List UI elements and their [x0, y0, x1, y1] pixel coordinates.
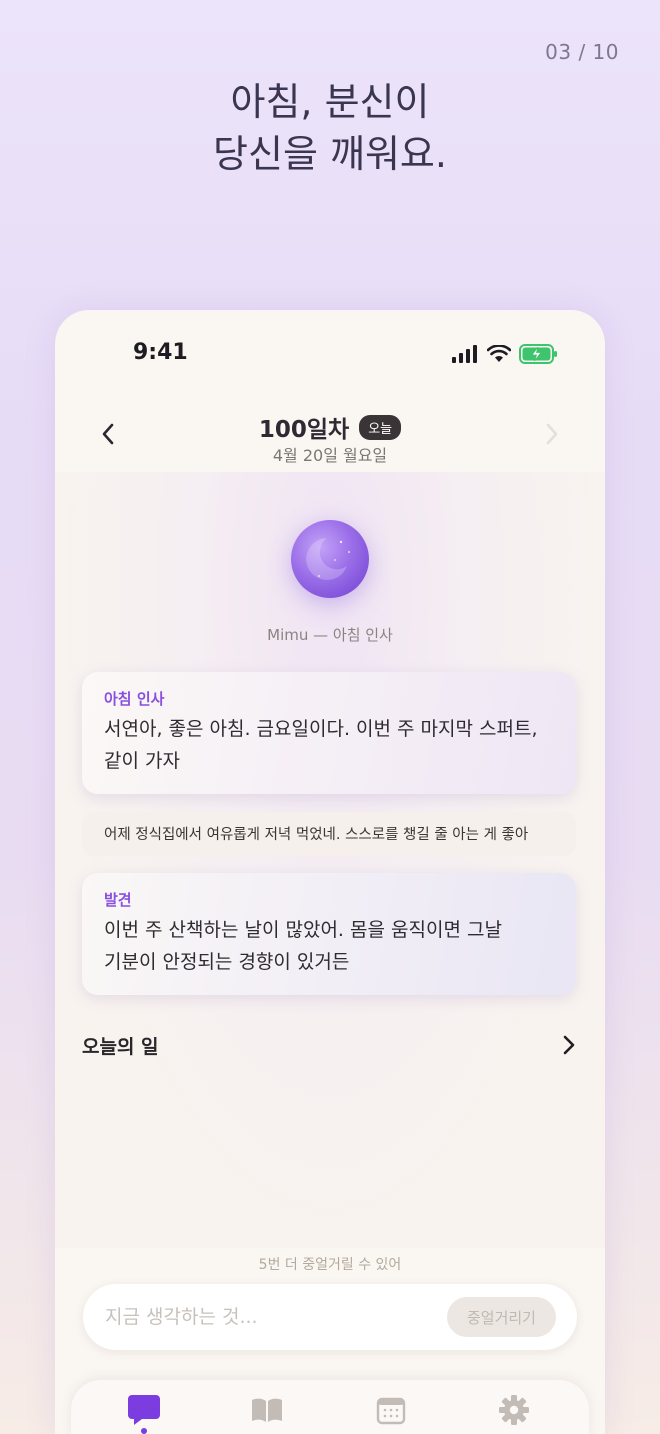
card-label: 아침 인사 [104, 690, 165, 708]
card-label: 발견 [104, 891, 132, 909]
today-badge: 오늘 [359, 414, 402, 440]
composer: 중얼거리기 [83, 1284, 577, 1350]
card-text-line: 이번 주 산책하는 날이 많았어. 몸을 움직이면 그날 [104, 919, 502, 941]
card-text-line: 기분이 안정되는 경향이 있거든 [104, 951, 350, 973]
book-icon [252, 1398, 282, 1422]
battery-charging-icon [519, 344, 557, 364]
card-text-line: 서연아, 좋은 아침. 금요일이다. 이번 주 마지막 스퍼트, [104, 718, 538, 740]
thought-input[interactable] [105, 1284, 425, 1350]
tab-journal[interactable] [245, 1390, 289, 1430]
mumble-button[interactable]: 중얼거리기 [447, 1297, 556, 1337]
composer-hint: 5번 더 중얼거릴 수 있어 [258, 1257, 402, 1273]
day-title: 100일차 [258, 417, 350, 443]
status-time: 9:41 [133, 340, 188, 365]
headline: 아침, 분신이 당신을 깨워요. [0, 76, 660, 180]
nav-title-row: 100일차 오늘 [55, 410, 605, 444]
companion-caption: Mimu — 아침 인사 [267, 626, 393, 644]
phone-mockup: 9:41 100일차 오늘 4월 20일 월요일 Mimu — 아침 인사 아침… [55, 310, 605, 1434]
today-tasks-row[interactable]: 오늘의 일 [82, 1025, 576, 1065]
status-icons [451, 344, 559, 364]
signal-icon [452, 345, 477, 363]
companion-orb[interactable] [291, 520, 369, 598]
wifi-icon [487, 345, 511, 362]
today-tasks-title: 오늘의 일 [82, 1035, 159, 1058]
chevron-right-icon [546, 423, 558, 445]
day-navigation: 100일차 오늘 4월 20일 월요일 [55, 400, 605, 472]
calendar-icon [376, 1397, 406, 1425]
crescent-moon-icon [306, 538, 350, 580]
discovery-card: 발견 이번 주 산책하는 날이 많았어. 몸을 움직이면 그날 기분이 안정되는… [82, 873, 576, 995]
gear-icon [499, 1395, 529, 1425]
chat-bubble-icon [128, 1395, 160, 1425]
chevron-right-icon [563, 1035, 575, 1055]
greeting-card: 아침 인사 서연아, 좋은 아침. 금요일이다. 이번 주 마지막 스퍼트, 같… [82, 672, 576, 794]
tab-settings[interactable] [492, 1390, 536, 1430]
headline-line-2: 당신을 깨워요. [213, 132, 447, 176]
card-text-line: 같이 가자 [104, 750, 180, 772]
memory-note: 어제 정식집에서 여유롭게 저녁 먹었네. 스스로를 챙길 줄 아는 게 좋아 [82, 812, 576, 856]
active-tab-indicator [141, 1428, 147, 1434]
headline-line-1: 아침, 분신이 [230, 80, 430, 124]
day-content: Mimu — 아침 인사 아침 인사 서연아, 좋은 아침. 금요일이다. 이번… [55, 472, 605, 1248]
forward-button[interactable] [537, 416, 567, 452]
tab-bar [71, 1380, 589, 1434]
date-label: 4월 20일 월요일 [272, 446, 388, 465]
tab-chat[interactable] [122, 1390, 166, 1430]
page-counter: 03 / 10 [545, 40, 619, 64]
tab-calendar[interactable] [369, 1390, 413, 1430]
status-bar: 9:41 [55, 310, 605, 380]
